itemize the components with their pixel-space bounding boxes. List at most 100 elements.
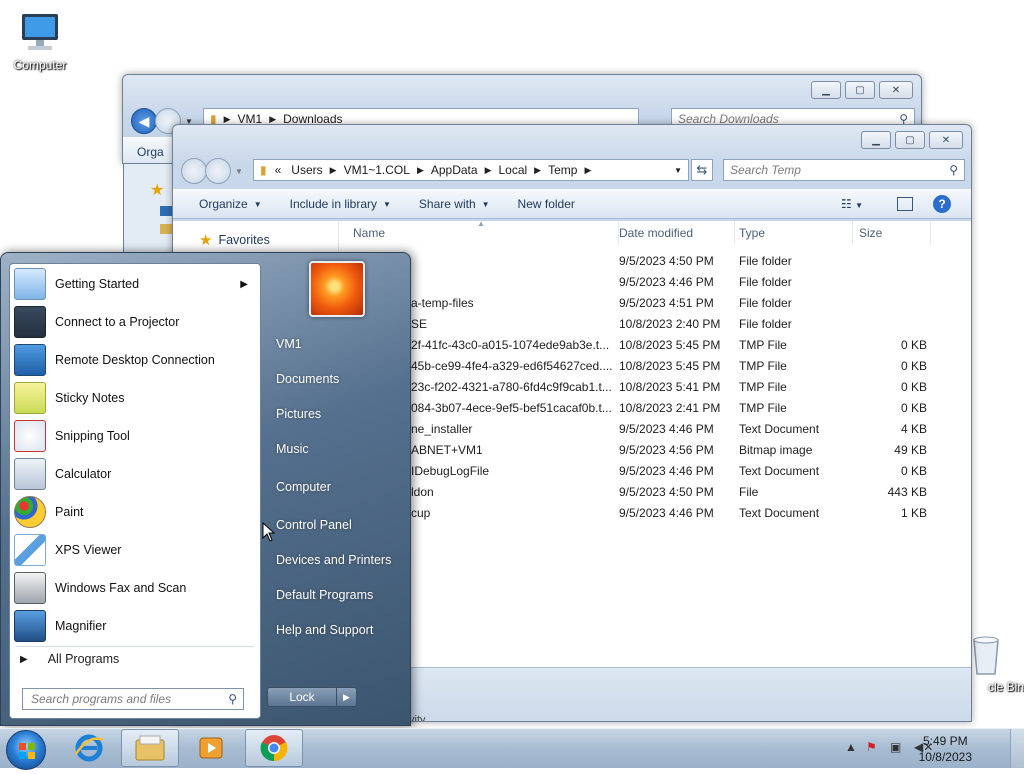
mouse-cursor-icon (262, 522, 276, 542)
start-right-documents[interactable]: Documents (276, 372, 339, 386)
column-type[interactable]: Type (733, 221, 853, 245)
xps-viewer-icon (14, 534, 46, 566)
taskbar-internet-explorer[interactable] (60, 729, 118, 767)
status-text: vity (409, 714, 426, 722)
show-desktop-button[interactable] (1010, 729, 1024, 768)
favorites-star-icon: ★ (150, 182, 165, 199)
nav-favorites[interactable]: ★ Favorites (199, 231, 270, 249)
start-search-input[interactable]: Search programs and files ⚲ (22, 688, 244, 710)
close-button[interactable]: ✕ (879, 81, 913, 99)
column-date-modified[interactable]: Date modified (613, 221, 735, 245)
computer-desktop-label: Computer (13, 58, 67, 72)
projector-icon (14, 306, 46, 338)
network-icon[interactable]: ▣ (890, 740, 901, 754)
taskbar-windows-explorer[interactable] (121, 729, 179, 767)
file-row[interactable]: cup 9/5/2023 4:46 PM Text Document 1 KB (339, 503, 971, 524)
downloads-folder-icon (160, 224, 172, 234)
program-getting-started[interactable]: Getting Started ▶ (12, 266, 258, 302)
breadcrumb-local[interactable]: Local (498, 163, 527, 177)
preview-pane-icon[interactable] (897, 197, 913, 211)
downloads-nav-pane: ★ (123, 164, 173, 264)
breadcrumb-users[interactable]: Users (291, 163, 322, 177)
search-placeholder: Search Temp (730, 163, 801, 177)
program-windows-fax-and-scan[interactable]: Windows Fax and Scan (12, 570, 258, 606)
start-right-computer[interactable]: Computer (276, 480, 331, 494)
breadcrumb-overflow[interactable]: « (275, 163, 282, 177)
organize-button[interactable]: Organize ▼ (173, 197, 276, 211)
file-row[interactable]: 084-3b07-4ece-9ef5-bef51cacaf0b.t... 10/8… (339, 398, 971, 419)
all-programs-arrow-icon: ▶ (20, 653, 28, 665)
taskbar-chrome[interactable] (245, 729, 303, 767)
breadcrumb-appdata[interactable]: AppData (431, 163, 478, 177)
media-player-icon (199, 737, 223, 759)
recent-pages-dropdown[interactable]: ▼ (235, 167, 243, 176)
snipping-tool-icon (14, 420, 46, 452)
file-row[interactable]: IDebugLogFile 9/5/2023 4:46 PM Text Docume… (339, 461, 971, 482)
breadcrumb-vm1-col[interactable]: VM1~1.COL (344, 163, 410, 177)
file-row[interactable]: 9/5/2023 4:50 PM File folder (339, 251, 971, 272)
include-in-library-button[interactable]: Include in library ▼ (276, 197, 405, 211)
start-right-default-programs[interactable]: Default Programs (276, 588, 373, 602)
lock-button[interactable]: Lock ▶ (267, 687, 357, 707)
file-row[interactable]: 23c-f202-4321-a780-6fd4c9f9cab1.t... 10/8… (339, 377, 971, 398)
file-row[interactable]: SE 10/8/2023 2:40 PM File folder (339, 314, 971, 335)
computer-desktop-icon[interactable]: Computer (2, 8, 78, 72)
share-with-button[interactable]: Share with ▼ (405, 197, 504, 211)
start-right-control-panel[interactable]: Control Panel (276, 518, 352, 532)
file-row[interactable]: 45b-ce99-4fe4-a329-ed6f54627ced.... 10/8/… (339, 356, 971, 377)
maximize-button[interactable]: ▢ (845, 81, 875, 99)
address-dropdown[interactable]: ▼ (674, 166, 682, 175)
file-row[interactable]: ABNET+VM1 9/5/2023 4:56 PM Bitmap image 49 … (339, 440, 971, 461)
start-search-placeholder: Search programs and files (31, 692, 172, 706)
shutdown-options-arrow-icon[interactable]: ▶ (336, 688, 356, 706)
maximize-button[interactable]: ▢ (895, 131, 925, 149)
submenu-arrow-icon: ▶ (240, 278, 248, 290)
file-row[interactable]: ldon 9/5/2023 4:50 PM File 443 KB (339, 482, 971, 503)
chrome-icon (260, 735, 288, 762)
program-magnifier[interactable]: Magnifier (12, 608, 258, 644)
file-row[interactable]: 9/5/2023 4:46 PM File folder (339, 272, 971, 293)
action-center-icon[interactable]: ⚑ (866, 740, 877, 754)
taskbar-media-player[interactable] (182, 729, 240, 767)
minimize-button[interactable]: ▁ (861, 131, 891, 149)
all-programs-button[interactable]: ▶ All Programs (20, 652, 119, 666)
file-row[interactable]: ne_installer 9/5/2023 4:46 PM Text Documen… (339, 419, 971, 440)
refresh-icon[interactable]: ⇆ (691, 159, 713, 181)
program-remote-desktop-connection[interactable]: Remote Desktop Connection (12, 342, 258, 378)
view-options-icon[interactable]: ☷ ▼ (841, 197, 863, 211)
taskbar-clock[interactable]: 5:49 PM 10/8/2023 (919, 733, 972, 765)
program-connect-to-a-projector[interactable]: Connect to a Projector (12, 304, 258, 340)
start-right-pictures[interactable]: Pictures (276, 407, 321, 421)
organize-button[interactable]: Orga (123, 145, 178, 159)
internet-explorer-icon (74, 734, 104, 762)
column-size[interactable]: Size (853, 221, 931, 245)
program-calculator[interactable]: Calculator (12, 456, 258, 492)
forward-button[interactable] (205, 158, 231, 184)
program-snipping-tool[interactable]: Snipping Tool (12, 418, 258, 454)
start-button[interactable] (6, 730, 46, 770)
file-row[interactable]: 2f-41fc-43c0-a015-1074ede9ab3e.t... 10/8/… (339, 335, 971, 356)
address-bar[interactable]: ▮ « Users ▶ VM1~1.COL ▶ AppData ▶ Local … (253, 159, 689, 181)
desktop-folder-icon (160, 206, 172, 216)
close-button[interactable]: ✕ (929, 131, 963, 149)
help-icon[interactable]: ? (933, 195, 951, 213)
start-right-devices-and-printers[interactable]: Devices and Printers (276, 553, 391, 567)
program-paint[interactable]: Paint (12, 494, 258, 530)
start-right-vm1[interactable]: VM1 (276, 337, 302, 351)
back-button[interactable] (181, 158, 207, 184)
back-button[interactable]: ◀ (131, 108, 157, 134)
file-row[interactable]: a-temp-files 9/5/2023 4:51 PM File folder (339, 293, 971, 314)
search-input[interactable]: Search Temp ⚲ (723, 159, 965, 181)
computer-icon (16, 8, 64, 56)
breadcrumb-temp[interactable]: Temp (548, 163, 577, 177)
show-hidden-icons-button[interactable]: ▲ (845, 740, 857, 754)
user-picture-avatar[interactable] (309, 261, 365, 317)
start-programs-pane: Getting Started ▶ Connect to a Projector… (9, 263, 261, 719)
new-folder-button[interactable]: New folder (504, 197, 589, 211)
folder-icon (135, 735, 165, 761)
start-right-help-and-support[interactable]: Help and Support (276, 623, 373, 637)
program-xps-viewer[interactable]: XPS Viewer (12, 532, 258, 568)
minimize-button[interactable]: ▁ (811, 81, 841, 99)
program-sticky-notes[interactable]: Sticky Notes (12, 380, 258, 416)
start-right-music[interactable]: Music (276, 442, 309, 456)
